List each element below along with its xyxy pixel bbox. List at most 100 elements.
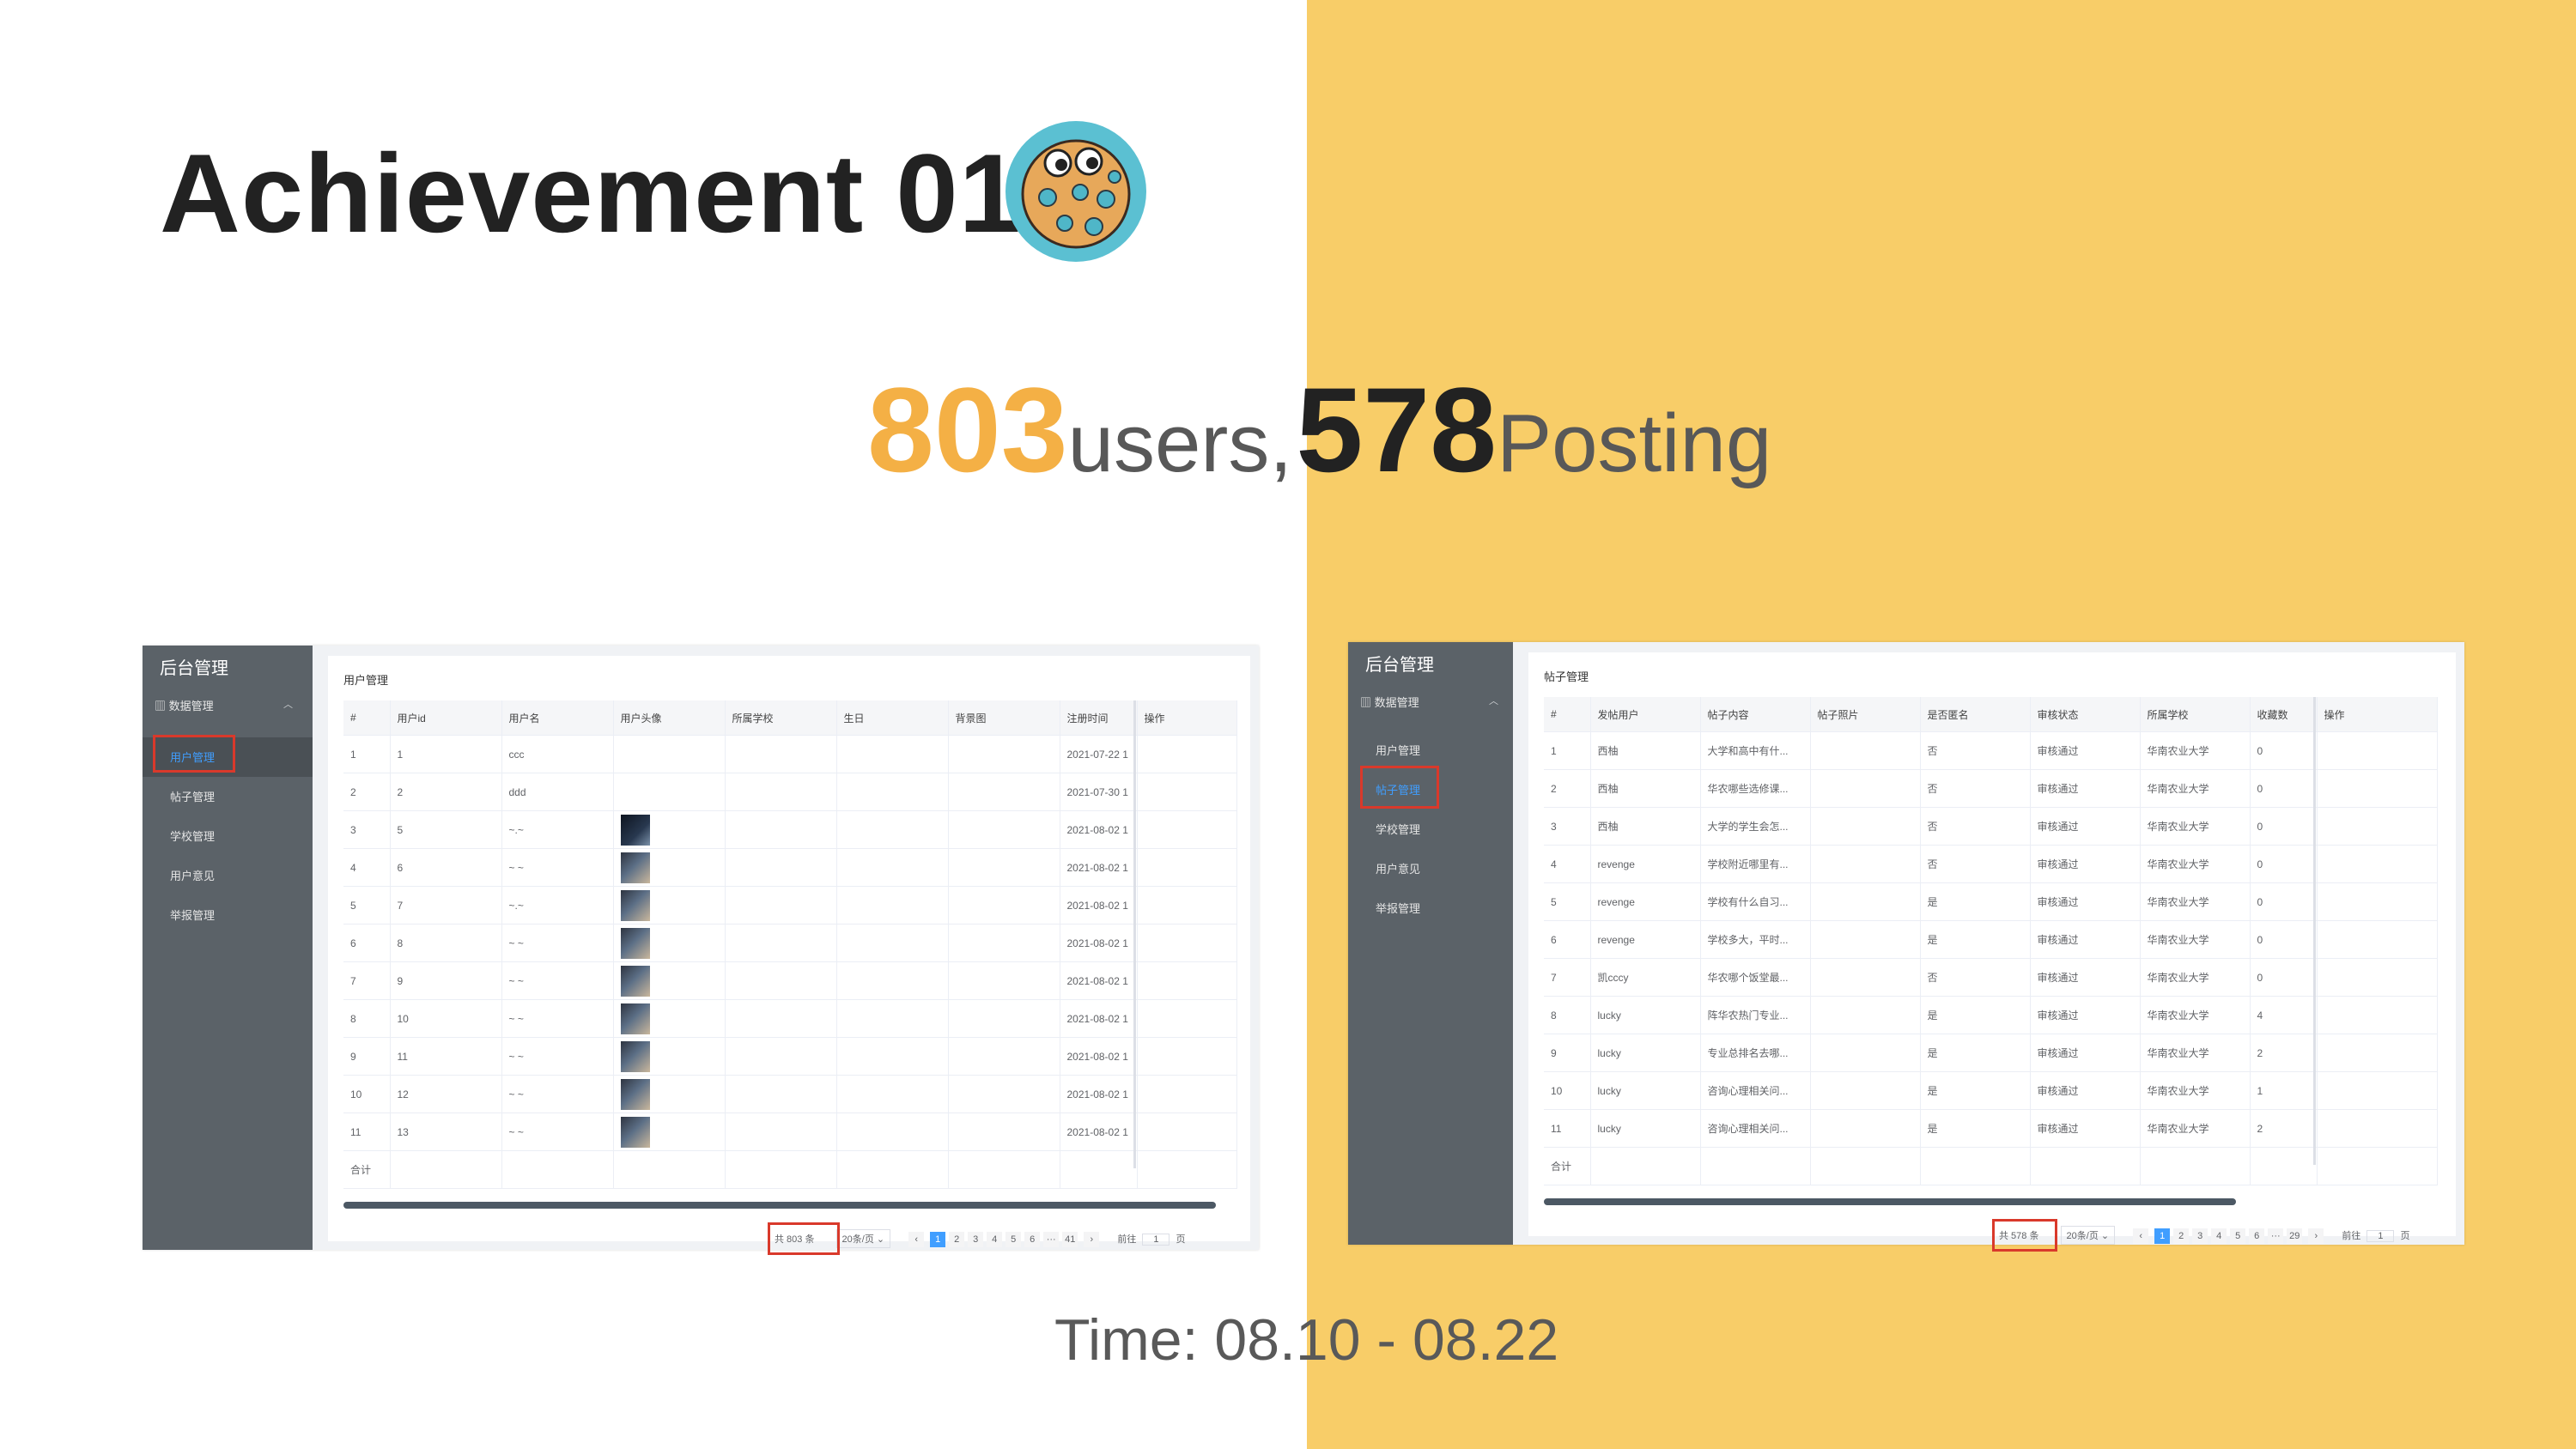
prev-page-button[interactable]: ‹ bbox=[2133, 1228, 2149, 1244]
prev-page-button[interactable]: ‹ bbox=[908, 1232, 925, 1247]
birthday-cell bbox=[836, 848, 949, 887]
action-cell[interactable] bbox=[2317, 1109, 2438, 1148]
action-cell[interactable] bbox=[1137, 848, 1237, 887]
total-label: 合计 bbox=[1544, 1147, 1591, 1185]
register-time-cell: 2021-08-02 1 bbox=[1060, 961, 1138, 1000]
sidebar-item-reports[interactable]: 举报管理 bbox=[1376, 900, 1420, 916]
anonymous-cell: 否 bbox=[1920, 807, 2031, 846]
favorites-cell: 2 bbox=[2250, 1034, 2318, 1072]
next-page-button[interactable]: › bbox=[1084, 1232, 1100, 1247]
fixed-column-divider bbox=[2313, 697, 2316, 1165]
chevron-up-icon: ︿ bbox=[283, 700, 293, 710]
page-5-button[interactable]: 5 bbox=[1005, 1232, 1022, 1247]
sidebar-group-data[interactable]: ▥ 数据管理 ︿ bbox=[155, 697, 293, 713]
school-cell bbox=[725, 999, 837, 1038]
pagination: 共 578 条 20条/页 ⌄ ‹ 1 2 3 4 5 6 ··· 29 › 前往 1 页 bbox=[1999, 1226, 2409, 1245]
sidebar-item-feedback[interactable]: 用户意见 bbox=[170, 867, 215, 883]
action-cell[interactable] bbox=[2317, 1034, 2438, 1072]
sidebar-item-posts[interactable]: 帖子管理 bbox=[170, 788, 215, 804]
birthday-cell bbox=[836, 961, 949, 1000]
column-header: 操作 bbox=[1137, 700, 1237, 736]
row-index: 2 bbox=[1544, 769, 1591, 808]
page-8-button[interactable]: 29 bbox=[2287, 1228, 2303, 1244]
review-status-cell: 审核通过 bbox=[2030, 769, 2141, 808]
horizontal-scrollbar[interactable] bbox=[343, 1202, 1216, 1209]
action-cell[interactable] bbox=[2317, 920, 2438, 959]
page-jump-input[interactable]: 1 bbox=[1142, 1234, 1170, 1246]
row-index: 2 bbox=[343, 773, 391, 811]
action-cell[interactable] bbox=[2317, 807, 2438, 846]
total-cell bbox=[501, 1150, 614, 1189]
post-user-cell: lucky bbox=[1590, 1071, 1701, 1110]
total-cell bbox=[2030, 1147, 2141, 1185]
avatar-cell bbox=[613, 810, 726, 849]
sidebar-item-feedback[interactable]: 用户意见 bbox=[1376, 860, 1420, 876]
action-cell[interactable] bbox=[2317, 958, 2438, 997]
register-time-cell: 2021-08-02 1 bbox=[1060, 1113, 1138, 1151]
action-cell[interactable] bbox=[2317, 882, 2438, 921]
page-jump-input[interactable]: 1 bbox=[2366, 1230, 2395, 1242]
school-cell bbox=[725, 886, 837, 925]
user-id-cell: 1 bbox=[390, 735, 502, 773]
page-7-button[interactable]: ··· bbox=[2268, 1228, 2284, 1244]
page-size-select[interactable]: 20条/页 ⌄ bbox=[2060, 1226, 2116, 1245]
user-id-cell: 12 bbox=[390, 1075, 502, 1113]
action-cell[interactable] bbox=[1137, 999, 1237, 1038]
page-1-button[interactable]: 1 bbox=[2154, 1228, 2171, 1244]
post-content-cell: 大学的学生会怎... bbox=[1700, 807, 1811, 846]
action-cell[interactable] bbox=[1137, 886, 1237, 925]
total-cell bbox=[2250, 1147, 2318, 1185]
page-3-button[interactable]: 3 bbox=[968, 1232, 984, 1247]
action-cell[interactable] bbox=[1137, 773, 1237, 811]
table-row: 6 8 ~ ~ 2021-08-02 1 bbox=[343, 924, 1237, 962]
page-2-button[interactable]: 2 bbox=[2173, 1228, 2190, 1244]
page-4-button[interactable]: 4 bbox=[987, 1232, 1003, 1247]
page-5-button[interactable]: 5 bbox=[2230, 1228, 2246, 1244]
page-2-button[interactable]: 2 bbox=[949, 1232, 965, 1247]
sidebar-group-data[interactable]: ▥ 数据管理 ︿ bbox=[1360, 694, 1498, 710]
avatar bbox=[620, 889, 650, 921]
post-content-cell: 学校多大，平时... bbox=[1700, 920, 1811, 959]
posts-label: Posting bbox=[1497, 397, 1772, 489]
background-cell bbox=[948, 1113, 1060, 1151]
page-8-button[interactable]: 41 bbox=[1062, 1232, 1078, 1247]
avatar bbox=[620, 1040, 650, 1072]
avatar-cell bbox=[613, 1113, 726, 1151]
action-cell[interactable] bbox=[1137, 1037, 1237, 1076]
page-6-button[interactable]: 6 bbox=[2249, 1228, 2265, 1244]
horizontal-scrollbar[interactable] bbox=[1544, 1198, 2236, 1205]
action-cell[interactable] bbox=[2317, 731, 2438, 770]
username-cell: ~ ~ bbox=[501, 924, 614, 962]
row-index: 3 bbox=[343, 810, 391, 849]
review-status-cell: 审核通过 bbox=[2030, 807, 2141, 846]
username-cell: ~ ~ bbox=[501, 999, 614, 1038]
action-cell[interactable] bbox=[2317, 769, 2438, 808]
action-cell[interactable] bbox=[1137, 924, 1237, 962]
sidebar-item-reports[interactable]: 举报管理 bbox=[170, 906, 215, 923]
sidebar-item-schools[interactable]: 学校管理 bbox=[170, 828, 215, 844]
review-status-cell: 审核通过 bbox=[2030, 996, 2141, 1034]
sidebar-item-schools[interactable]: 学校管理 bbox=[1376, 821, 1420, 837]
action-cell[interactable] bbox=[2317, 1071, 2438, 1110]
chevron-up-icon: ︿ bbox=[1489, 696, 1498, 706]
action-cell[interactable] bbox=[1137, 1075, 1237, 1113]
table-row: 6 revenge 学校多大，平时... 是审核通过 华南农业大学 0 bbox=[1544, 920, 2438, 959]
action-cell[interactable] bbox=[1137, 1113, 1237, 1151]
action-cell[interactable] bbox=[1137, 735, 1237, 773]
favorites-cell: 0 bbox=[2250, 807, 2318, 846]
action-cell[interactable] bbox=[1137, 810, 1237, 849]
content-title: 帖子管理 bbox=[1544, 670, 1589, 683]
page-7-button[interactable]: ··· bbox=[1043, 1232, 1060, 1247]
page-1-button[interactable]: 1 bbox=[930, 1232, 946, 1247]
action-cell[interactable] bbox=[2317, 845, 2438, 883]
action-cell[interactable] bbox=[1137, 961, 1237, 1000]
next-page-button[interactable]: › bbox=[2308, 1228, 2324, 1244]
sidebar-item-users[interactable]: 用户管理 bbox=[1376, 742, 1420, 758]
action-cell[interactable] bbox=[2317, 996, 2438, 1034]
page-size-select[interactable]: 20条/页 ⌄ bbox=[835, 1229, 891, 1248]
table-row: 9 lucky 专业总排名去哪... 是审核通过 华南农业大学 2 bbox=[1544, 1034, 2438, 1072]
page-6-button[interactable]: 6 bbox=[1024, 1232, 1041, 1247]
page-4-button[interactable]: 4 bbox=[2211, 1228, 2227, 1244]
anonymous-cell: 是 bbox=[1920, 1071, 2031, 1110]
page-3-button[interactable]: 3 bbox=[2192, 1228, 2208, 1244]
